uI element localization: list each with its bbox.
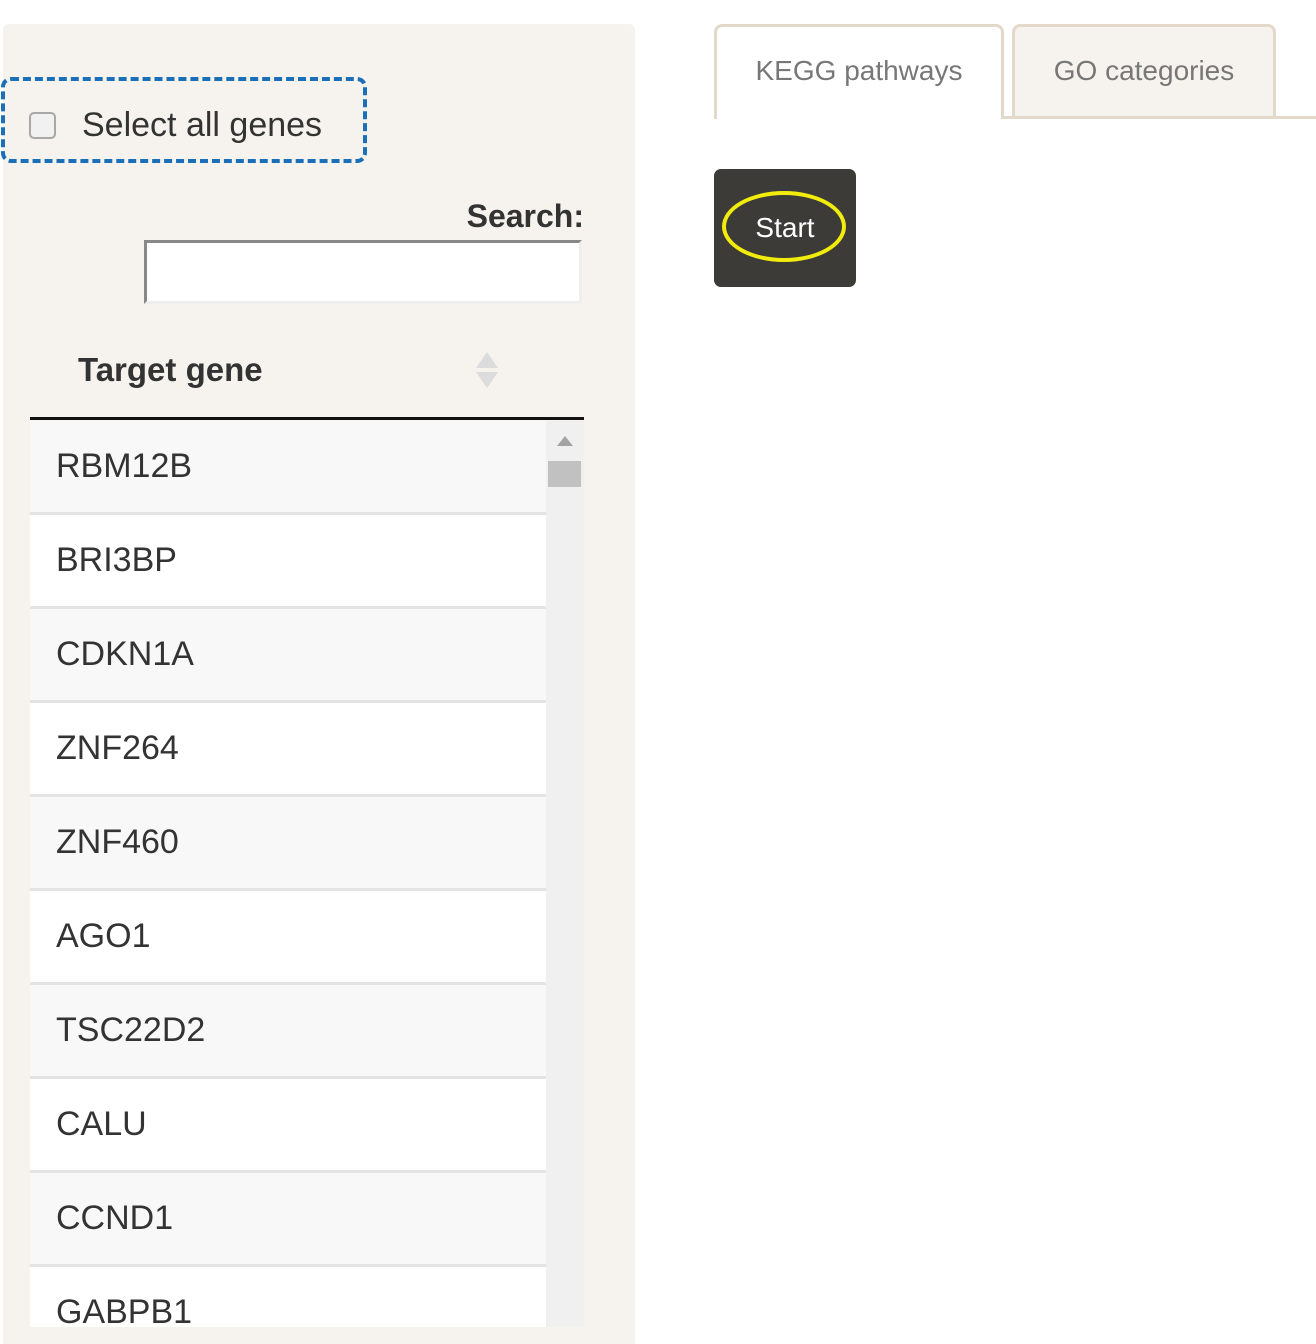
table-row[interactable]: BRI3BP	[30, 515, 546, 609]
table-row[interactable]: CDKN1A	[30, 609, 546, 703]
search-input[interactable]	[144, 240, 582, 304]
table-row[interactable]: CALU	[30, 1079, 546, 1173]
column-header-label: Target gene	[78, 351, 263, 388]
start-button[interactable]: Start	[714, 169, 856, 287]
table-row[interactable]: ZNF460	[30, 797, 546, 891]
start-button-label: Start	[755, 212, 815, 243]
table-scrollbar[interactable]	[546, 421, 584, 1327]
select-all-label[interactable]: Select all genes	[82, 104, 322, 146]
tab-kegg-pathways[interactable]: KEGG pathways	[714, 24, 1004, 119]
scroll-thumb[interactable]	[548, 461, 581, 487]
table-row[interactable]: RBM12B	[30, 421, 546, 515]
table-row[interactable]: AGO1	[30, 891, 546, 985]
table-row[interactable]: ZNF264	[30, 703, 546, 797]
target-gene-column-header[interactable]: Target gene	[30, 330, 584, 420]
gene-table-body: RBM12B BRI3BP CDKN1A ZNF264 ZNF460 AGO1 …	[30, 421, 546, 1327]
table-row[interactable]: CCND1	[30, 1173, 546, 1267]
sort-icon[interactable]	[474, 350, 500, 390]
select-all-checkbox[interactable]	[29, 112, 56, 139]
scroll-up-arrow-icon[interactable]	[556, 435, 574, 447]
search-label: Search:	[466, 198, 584, 234]
tab-go-categories[interactable]: GO categories	[1012, 24, 1276, 119]
table-row[interactable]: GABPB1	[30, 1267, 546, 1327]
table-row[interactable]: TSC22D2	[30, 985, 546, 1079]
